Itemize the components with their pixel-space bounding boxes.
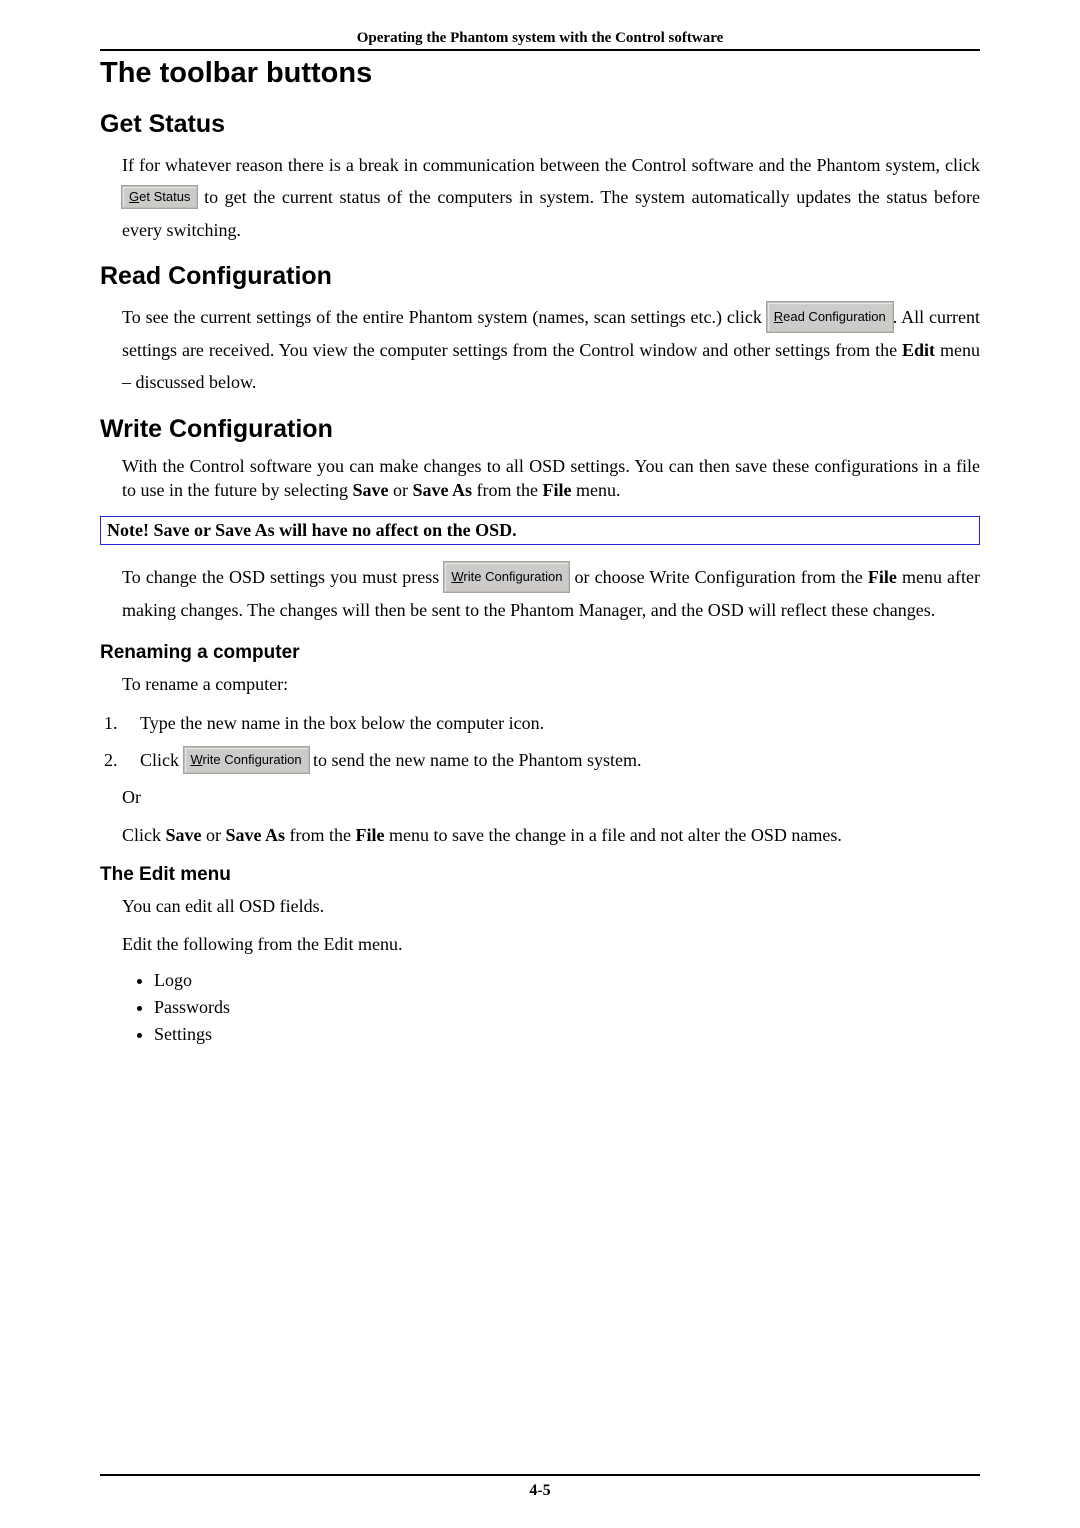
- text: If for whatever reason there is a break …: [122, 155, 980, 175]
- saveas-word: Save As: [412, 480, 472, 500]
- text: menu.: [571, 480, 620, 500]
- list-item: Passwords: [154, 997, 980, 1018]
- text: menu to save the change in a file and no…: [385, 825, 842, 845]
- list-item: Settings: [154, 1024, 980, 1045]
- read-configuration-button[interactable]: Read Configuration: [767, 302, 893, 331]
- edit-word: Edit: [902, 340, 935, 360]
- text: To see the current settings of the entir…: [122, 307, 767, 327]
- list-item: Type the new name in the box below the c…: [122, 710, 980, 737]
- btn-ul: W: [191, 752, 203, 767]
- btn-ul: G: [129, 189, 139, 204]
- text: Click: [140, 750, 184, 770]
- file-word: File: [868, 567, 897, 587]
- btn-rest: rite Configuration: [463, 569, 562, 584]
- h2-get-status: Get Status: [100, 110, 980, 139]
- note-box: Note! Save or Save As will have no affec…: [100, 516, 980, 545]
- btn-rest: rite Configuration: [203, 752, 302, 767]
- save-word: Save: [352, 480, 388, 500]
- btn-ul: R: [774, 309, 783, 324]
- btn-rest: ead Configuration: [783, 309, 886, 324]
- text: from the: [285, 825, 355, 845]
- p-editmenu-2: Edit the following from the Edit menu.: [122, 932, 980, 956]
- file-word: File: [542, 480, 571, 500]
- text: To change the OSD settings you must pres…: [122, 567, 444, 587]
- h1-toolbar-buttons: The toolbar buttons: [100, 57, 980, 90]
- text: from the: [472, 480, 542, 500]
- rename-steps: Type the new name in the box below the c…: [122, 710, 980, 775]
- list-item: Click Write Configuration to send the ne…: [122, 747, 980, 775]
- write-configuration-button[interactable]: Write Configuration: [444, 562, 569, 591]
- write-configuration-button[interactable]: Write Configuration: [184, 747, 309, 773]
- page-footer: 4-5: [100, 1474, 980, 1500]
- p-editmenu-1: You can edit all OSD fields.: [122, 894, 980, 918]
- p-write-config-2: To change the OSD settings you must pres…: [122, 561, 980, 626]
- list-item: Logo: [154, 970, 980, 991]
- text: to send the new name to the Phantom syst…: [313, 750, 641, 770]
- page-header: Operating the Phantom system with the Co…: [100, 30, 980, 51]
- p-get-status: If for whatever reason there is a break …: [122, 149, 980, 246]
- save-word: Save: [166, 825, 202, 845]
- btn-rest: et Status: [139, 189, 190, 204]
- h3-edit-menu: The Edit menu: [100, 864, 980, 886]
- text: or: [388, 480, 412, 500]
- p-read-config: To see the current settings of the entir…: [122, 301, 980, 398]
- p-write-config-1: With the Control software you can make c…: [122, 454, 980, 503]
- h2-read-configuration: Read Configuration: [100, 262, 980, 291]
- file-word: File: [356, 825, 385, 845]
- p-rename-alt: Click Save or Save As from the File menu…: [122, 823, 980, 847]
- or-text: Or: [122, 785, 980, 809]
- text: or choose Write Configuration from the: [575, 567, 868, 587]
- text: Click: [122, 825, 166, 845]
- h3-renaming: Renaming a computer: [100, 642, 980, 664]
- btn-ul: W: [451, 569, 463, 584]
- get-status-button[interactable]: Get Status: [122, 186, 197, 208]
- h2-write-configuration: Write Configuration: [100, 415, 980, 444]
- text: or: [202, 825, 226, 845]
- saveas-word: Save As: [226, 825, 286, 845]
- edit-menu-list: Logo Passwords Settings: [154, 970, 980, 1045]
- p-rename-intro: To rename a computer:: [122, 672, 980, 696]
- text: to get the current status of the compute…: [122, 187, 980, 239]
